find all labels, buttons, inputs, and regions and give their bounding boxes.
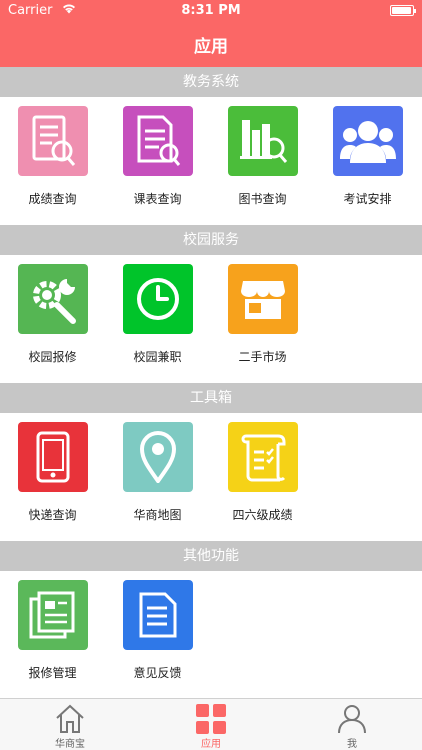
section-grid-other: 报修管理 意见反馈 bbox=[0, 571, 422, 699]
app-item-feedback[interactable]: 意见反馈 bbox=[105, 571, 210, 699]
tab-profile[interactable]: 我 bbox=[282, 699, 422, 750]
tab-label: 应用 bbox=[201, 739, 221, 750]
battery-level bbox=[392, 7, 411, 14]
tab-bar: 华商宝 应用 我 bbox=[0, 698, 422, 750]
profile-icon bbox=[336, 703, 368, 735]
app-label: 意见反馈 bbox=[133, 666, 182, 680]
documents-icon bbox=[18, 580, 88, 650]
app-label: 校园报修 bbox=[28, 350, 77, 364]
app-label: 快递查询 bbox=[28, 508, 77, 522]
status-bar: Carrier 8:31 PM bbox=[0, 0, 422, 22]
app-label: 华商地图 bbox=[133, 508, 182, 522]
schedule-query-icon bbox=[123, 106, 193, 176]
map-pin-icon bbox=[123, 422, 193, 492]
feedback-icon bbox=[123, 580, 193, 650]
section-grid-academic: 成绩查询 课表查询 图书查询 考试安排 bbox=[0, 97, 422, 225]
library-query-icon bbox=[228, 106, 298, 176]
tab-label: 华商宝 bbox=[55, 739, 85, 750]
repair-icon bbox=[18, 264, 88, 334]
part-time-clock-icon bbox=[123, 264, 193, 334]
section-header-campus: 校园服务 bbox=[0, 225, 422, 255]
app-item-cet-score[interactable]: 四六级成绩 bbox=[210, 413, 315, 541]
app-item-repair-manage[interactable]: 报修管理 bbox=[0, 571, 105, 699]
battery-icon bbox=[390, 5, 416, 16]
app-item-grade-query[interactable]: 成绩查询 bbox=[0, 97, 105, 225]
phone-icon bbox=[18, 422, 88, 492]
tab-label: 我 bbox=[347, 739, 357, 750]
page-title: 应用 bbox=[194, 37, 228, 57]
apps-grid-icon bbox=[195, 703, 227, 735]
clock-time: 8:31 PM bbox=[181, 3, 241, 18]
section-header-academic: 教务系统 bbox=[0, 67, 422, 97]
app-item-repair[interactable]: 校园报修 bbox=[0, 255, 105, 383]
section-grid-toolbox: 快递查询 华商地图 四六级成绩 bbox=[0, 413, 422, 541]
app-label: 四六级成绩 bbox=[232, 508, 293, 522]
app-item-market[interactable]: 二手市场 bbox=[210, 255, 315, 383]
app-label: 图书查询 bbox=[238, 192, 287, 206]
app-label: 二手市场 bbox=[238, 350, 287, 364]
home-icon bbox=[54, 703, 86, 735]
app-item-express-query[interactable]: 快递查询 bbox=[0, 413, 105, 541]
section-header-other: 其他功能 bbox=[0, 541, 422, 571]
app-label: 课表查询 bbox=[133, 192, 182, 206]
app-header: Carrier 8:31 PM 应用 bbox=[0, 0, 422, 67]
tab-apps[interactable]: 应用 bbox=[141, 699, 281, 750]
app-label: 校园兼职 bbox=[133, 350, 182, 364]
market-store-icon bbox=[228, 264, 298, 334]
app-item-campus-map[interactable]: 华商地图 bbox=[105, 413, 210, 541]
app-label: 报修管理 bbox=[28, 666, 77, 680]
app-item-library-query[interactable]: 图书查询 bbox=[210, 97, 315, 225]
scroll-icon bbox=[228, 422, 298, 492]
app-item-schedule-query[interactable]: 课表查询 bbox=[105, 97, 210, 225]
exam-schedule-icon bbox=[333, 106, 403, 176]
app-item-exam-schedule[interactable]: 考试安排 bbox=[315, 97, 420, 225]
app-item-part-time[interactable]: 校园兼职 bbox=[105, 255, 210, 383]
grade-query-icon bbox=[18, 106, 88, 176]
tab-home[interactable]: 华商宝 bbox=[0, 699, 140, 750]
section-header-toolbox: 工具箱 bbox=[0, 383, 422, 413]
section-grid-campus: 校园报修 校园兼职 二手市场 bbox=[0, 255, 422, 383]
app-label: 成绩查询 bbox=[28, 192, 77, 206]
app-label: 考试安排 bbox=[343, 192, 392, 206]
